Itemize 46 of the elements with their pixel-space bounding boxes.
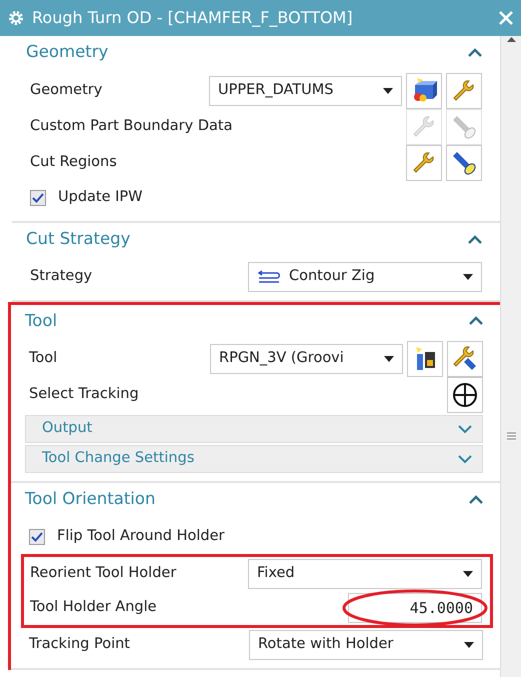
collapse-icon[interactable] [468, 234, 482, 244]
expand-icon [458, 454, 472, 464]
dropdown-field[interactable]: UPPER_DATUMS [209, 76, 402, 106]
subsection-header[interactable]: Output [25, 415, 483, 444]
field-label: Cut Regions [30, 152, 117, 172]
scroll-grip-icon [506, 432, 516, 440]
field-label: Tool Holder Angle [30, 598, 157, 618]
collapse-icon[interactable] [469, 495, 483, 504]
icon-button[interactable] [406, 72, 442, 109]
field-label: Strategy [30, 266, 92, 286]
field-label: Reorient Tool Holder [30, 564, 176, 584]
section-title: Geometry [26, 41, 108, 63]
dropdown-caret-icon [383, 88, 393, 94]
collapse-icon[interactable] [469, 316, 483, 326]
collapse-icon[interactable] [468, 48, 482, 57]
subsection-header[interactable]: Tool Change Settings [25, 445, 483, 474]
dropdown-field[interactable]: Rotate with Holder [249, 630, 483, 660]
dropdown-caret-icon [463, 571, 473, 577]
field-label: Tool [29, 349, 58, 368]
section-title: Tool [25, 310, 58, 332]
dropdown-field[interactable]: Fixed [248, 559, 482, 589]
dropdown-caret-icon [463, 274, 473, 280]
window-title: Rough Turn OD - [CHAMFER_F_BOTTOM] [32, 7, 354, 29]
dropdown-field[interactable]: RPGN_3V (Groovi [210, 344, 403, 374]
icon-button[interactable] [446, 144, 482, 181]
check-icon [32, 192, 44, 203]
section-title: Tool Orientation [25, 488, 156, 510]
checkbox[interactable] [29, 529, 45, 545]
dropdown-field[interactable]: Contour Zig [248, 262, 482, 292]
section-title: Cut Strategy [26, 228, 130, 250]
expand-icon [458, 424, 472, 434]
dropdown-caret-icon [384, 356, 394, 362]
field-label: Update IPW [58, 188, 142, 207]
gear-icon [8, 10, 24, 26]
icon-button[interactable] [407, 341, 443, 378]
field-label: Tracking Point [29, 635, 130, 654]
field-label: Geometry [30, 80, 102, 100]
field-label: Select Tracking [29, 385, 139, 404]
field-label: Custom Part Boundary Data [30, 116, 232, 136]
dropdown-caret-icon [464, 642, 474, 648]
field-label: Flip Tool Around Holder [57, 527, 225, 546]
checkbox[interactable] [30, 190, 46, 206]
check-icon [31, 532, 43, 542]
close-icon[interactable] [499, 11, 513, 25]
strategy-icon [257, 268, 281, 284]
icon-button[interactable] [447, 377, 483, 414]
